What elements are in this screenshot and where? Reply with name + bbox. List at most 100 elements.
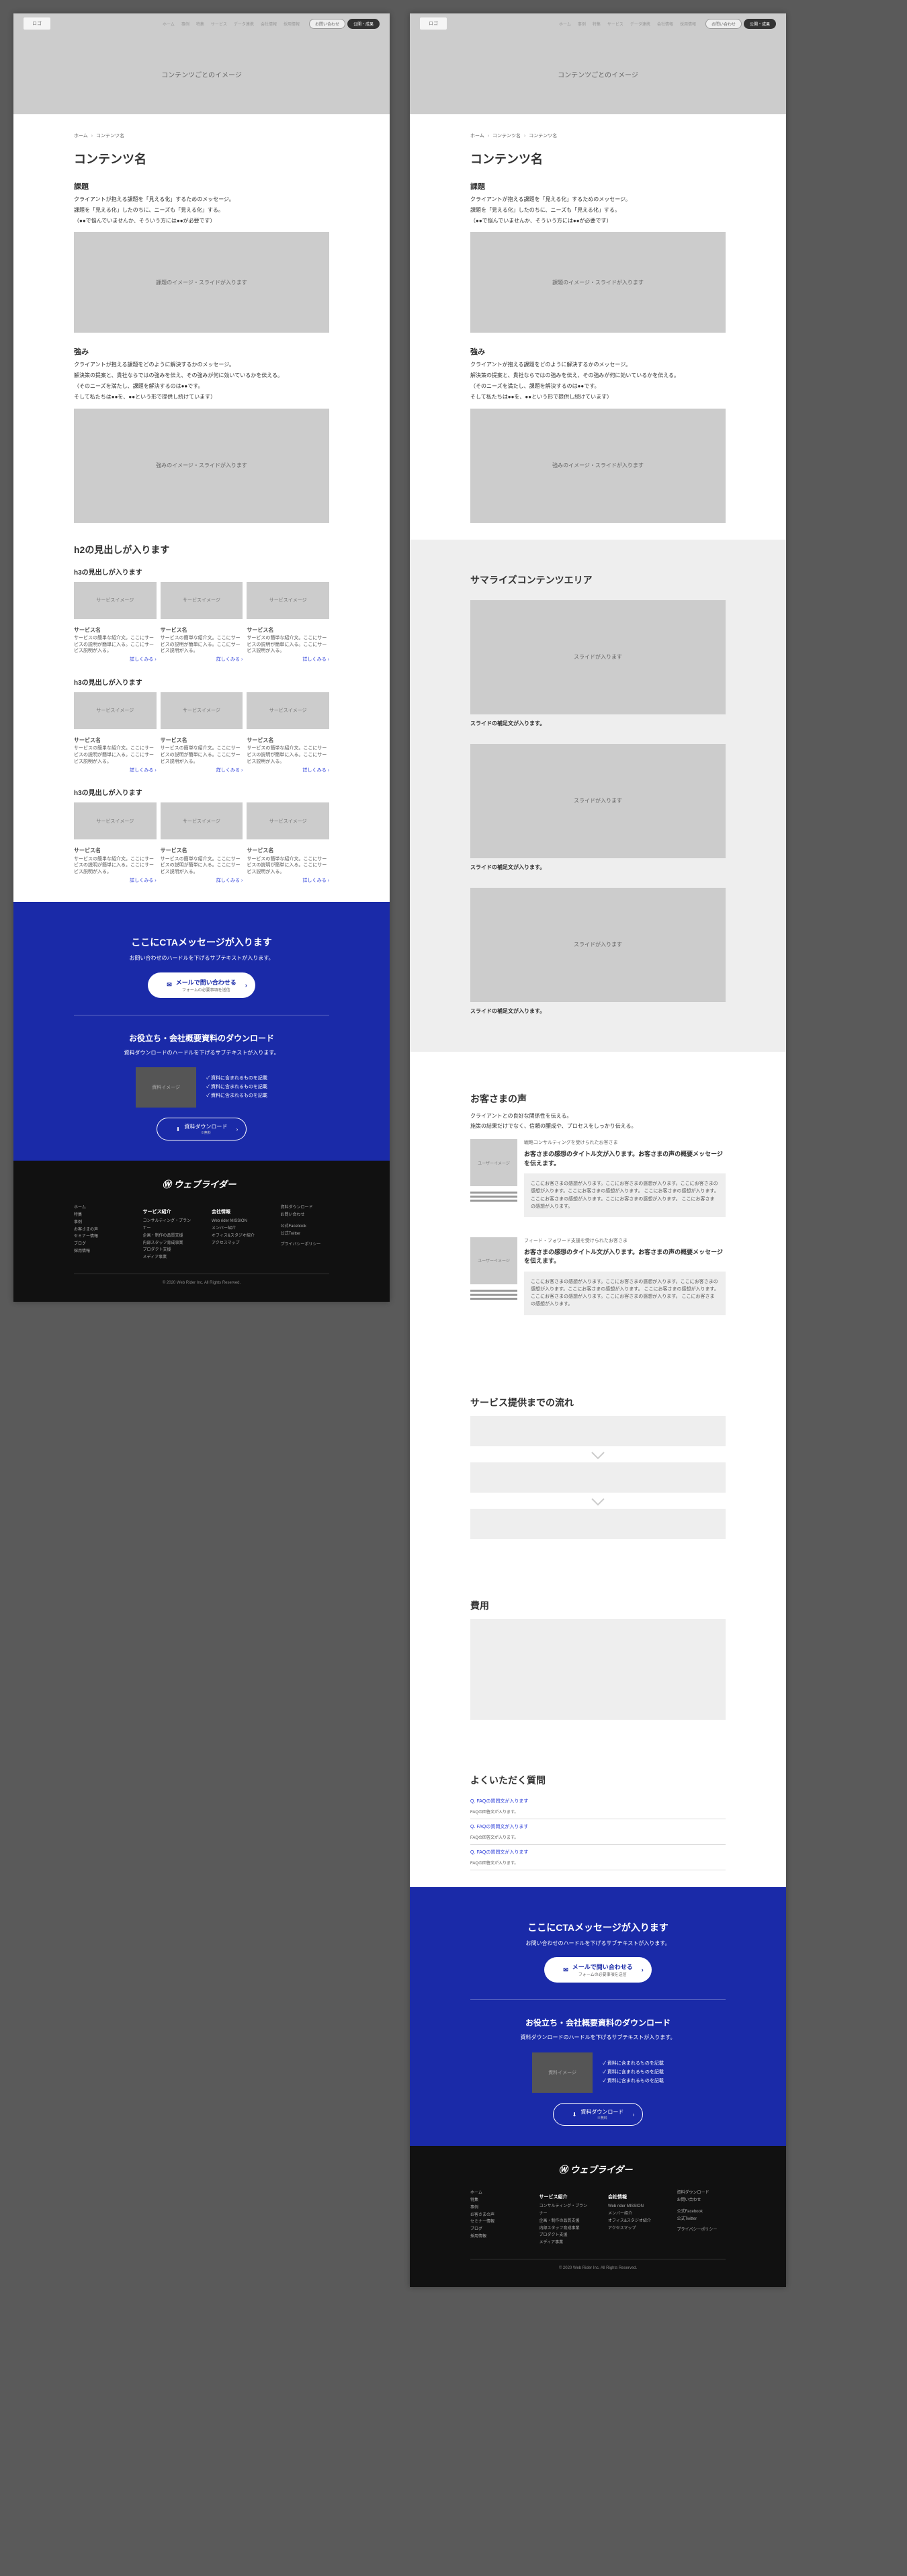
more-link[interactable]: 詳しくみる › <box>74 657 157 663</box>
footer-link[interactable]: ブログ <box>470 2226 519 2233</box>
footer-link[interactable]: ブログ <box>74 1241 123 1248</box>
more-link[interactable]: 詳しくみる › <box>161 657 243 663</box>
footer-link[interactable]: プライバシーポリシー <box>677 2227 726 2234</box>
footer: Ⓦ ウェブライダー ホーム 特集 事例 お客さまの声 セミナー情報 ブログ 採用… <box>13 1161 390 1302</box>
voice-subtitle: 戦略コンサルティングを受けられたお客さま <box>524 1139 726 1146</box>
more-link[interactable]: 詳しくみる › <box>74 878 157 884</box>
logo[interactable]: ロゴ <box>420 17 447 30</box>
nav-item[interactable]: 事例 <box>179 19 192 28</box>
footer: Ⓦ ウェブライダー ホーム 特集 事例 お客さまの声 セミナー情報 ブログ 採用… <box>410 2146 786 2287</box>
footer-link[interactable]: アクセスマップ <box>212 1240 261 1247</box>
more-link[interactable]: 詳しくみる › <box>247 878 329 884</box>
contact-pill[interactable]: お問い合わせ <box>309 19 345 29</box>
result-pill[interactable]: 公開・成果 <box>744 19 776 29</box>
footer-link[interactable]: Web rider MISSION <box>212 1218 261 1225</box>
nav-item[interactable]: サービス <box>605 19 626 28</box>
footer-link[interactable]: プライバシーポリシー <box>281 1241 330 1249</box>
footer-link[interactable]: プロダクト支援 <box>539 2232 589 2239</box>
flow-heading: サービス提供までの流れ <box>470 1396 726 1409</box>
contact-button[interactable]: ✉ メールで問い合わせるフォームの必要事項を送信 <box>544 1957 652 1983</box>
contact-pill[interactable]: お問い合わせ <box>705 19 742 29</box>
nav-item[interactable]: 特集 <box>590 19 603 28</box>
footer-link[interactable]: 採用情報 <box>74 1248 123 1255</box>
more-link[interactable]: 詳しくみる › <box>161 878 243 884</box>
footer-link[interactable]: 採用情報 <box>470 2233 519 2241</box>
copyright: © 2020 Web Rider Inc. All Rights Reserve… <box>470 2259 726 2270</box>
contact-button[interactable]: ✉ メールで問い合わせるフォームの必要事項を送信 <box>148 972 255 998</box>
nav-item[interactable]: 会社情報 <box>258 19 279 28</box>
footer-link[interactable]: セミナー情報 <box>470 2218 519 2226</box>
footer-link[interactable]: メディア事業 <box>143 1254 192 1261</box>
breadcrumb-parent[interactable]: コンテンツ名 <box>492 134 521 138</box>
more-link[interactable]: 詳しくみる › <box>247 657 329 663</box>
footer-link[interactable]: 企画・制作の品質支援 <box>539 2218 589 2225</box>
footer-link[interactable]: ホーム <box>74 1204 123 1212</box>
footer-link[interactable]: 内部スタッフ育成事業 <box>539 2225 589 2233</box>
footer-link[interactable]: オフィス&スタジオ紹介 <box>212 1233 261 1240</box>
footer-link[interactable]: セミナー情報 <box>74 1233 123 1241</box>
logo[interactable]: ロゴ <box>24 17 50 30</box>
h2-heading: h2の見出しが入ります <box>74 543 329 556</box>
more-link[interactable]: 詳しくみる › <box>161 767 243 774</box>
footer-link[interactable]: 公式Facebook <box>281 1223 330 1231</box>
cards-row: サービスイメージ サービスイメージ サービスイメージ <box>74 692 329 729</box>
footer-link[interactable]: メンバー紹介 <box>608 2210 657 2218</box>
footer-link[interactable]: メンバー紹介 <box>212 1225 261 1233</box>
footer-link[interactable]: アクセスマップ <box>608 2225 657 2233</box>
voice-user-image: ユーザーイメージ <box>470 1139 517 1186</box>
footer-link[interactable]: Web rider MISSION <box>608 2203 657 2210</box>
footer-link[interactable]: 内部スタッフ育成事業 <box>143 1240 192 1247</box>
footer-link[interactable]: オフィス&スタジオ紹介 <box>608 2218 657 2225</box>
breadcrumb-home[interactable]: ホーム <box>470 134 484 138</box>
footer-link[interactable]: プロダクト支援 <box>143 1247 192 1254</box>
footer-link[interactable]: 企画・制作の品質支援 <box>143 1233 192 1240</box>
cards-row: サービスイメージ サービスイメージ サービスイメージ <box>74 802 329 839</box>
footer-link[interactable]: ホーム <box>470 2190 519 2197</box>
footer-link[interactable]: お客さまの声 <box>470 2212 519 2219</box>
footer-link[interactable]: 公式Facebook <box>677 2208 726 2216</box>
footer-link[interactable]: 特集 <box>470 2197 519 2204</box>
artboard-right: ロゴ ホーム 事例 特集 サービス データ連携 会社情報 採用情報 お問い合わせ… <box>410 13 786 2287</box>
footer-link[interactable]: 事例 <box>74 1219 123 1227</box>
footer-col: サービス紹介 コンサルティング・プランナー 企画・制作の品質支援 内部スタッフ育… <box>143 1204 192 1261</box>
nav-item[interactable]: 採用情報 <box>281 19 302 28</box>
flow-step <box>470 1509 726 1539</box>
hero: コンテンツごとのイメージ <box>410 34 786 114</box>
nav-item[interactable]: 事例 <box>575 19 589 28</box>
footer-link[interactable]: 資料ダウンロード <box>677 2190 726 2197</box>
more-link[interactable]: 詳しくみる › <box>74 767 157 774</box>
result-pill[interactable]: 公開・成果 <box>347 19 380 29</box>
download-button[interactable]: ⬇ 資料ダウンロード※無料 <box>157 1118 247 1140</box>
nav-item[interactable]: データ連携 <box>231 19 257 28</box>
main-content: ホーム › コンテンツ名 コンテンツ名 課題 クライアントが抱える課題を「見える… <box>13 114 390 902</box>
voice-description: ここにお客さまの感想が入ります。ここにお客さまの感想が入ります。ここにお客さまの… <box>524 1173 726 1217</box>
footer-link[interactable]: コンサルティング・プランナー <box>539 2203 589 2218</box>
nav-item[interactable]: 採用情報 <box>677 19 699 28</box>
footer-link[interactable]: 公式Twitter <box>281 1231 330 1238</box>
footer-link[interactable]: コンサルティング・プランナー <box>143 1218 192 1233</box>
footer-link[interactable]: 資料ダウンロード <box>281 1204 330 1212</box>
footer-link[interactable]: 特集 <box>74 1212 123 1219</box>
nav-item[interactable]: ホーム <box>160 19 177 28</box>
nav-item[interactable]: 特集 <box>193 19 207 28</box>
artboard-left: ロゴ ホーム 事例 特集 サービス データ連携 会社情報 採用情報 お問い合わせ… <box>13 13 390 1302</box>
footer-link[interactable]: お問い合わせ <box>677 2197 726 2204</box>
footer-col: ホーム 特集 事例 お客さまの声 セミナー情報 ブログ 採用情報 <box>74 1204 123 1261</box>
download-button[interactable]: ⬇ 資料ダウンロード※無料 <box>553 2103 644 2126</box>
page-title: コンテンツ名 <box>74 150 329 167</box>
more-link[interactable]: 詳しくみる › <box>247 767 329 774</box>
nav-item[interactable]: ホーム <box>556 19 574 28</box>
footer-link[interactable]: お客さまの声 <box>74 1227 123 1234</box>
voice-item: ユーザーイメージ 戦略コンサルティングを受けられたお客さま お客さまの感想のタイ… <box>470 1139 726 1217</box>
footer-link[interactable]: 事例 <box>470 2204 519 2212</box>
footer-link[interactable]: メディア事業 <box>539 2239 589 2247</box>
voice-subtitle: フィード・フォワード支援を受けられたお客さま <box>524 1237 726 1244</box>
footer-link[interactable]: 公式Twitter <box>677 2216 726 2223</box>
nav-item[interactable]: サービス <box>208 19 230 28</box>
cost-placeholder <box>470 1619 726 1720</box>
nav-item[interactable]: 会社情報 <box>654 19 676 28</box>
nav-item[interactable]: データ連携 <box>628 19 653 28</box>
footer-link[interactable]: お問い合わせ <box>281 1212 330 1219</box>
card-text: サービス名サービスの簡単な紹介文。ここにサービスの説明が簡単に入る。ここにサービ… <box>161 733 243 777</box>
breadcrumb-home[interactable]: ホーム <box>74 134 88 138</box>
